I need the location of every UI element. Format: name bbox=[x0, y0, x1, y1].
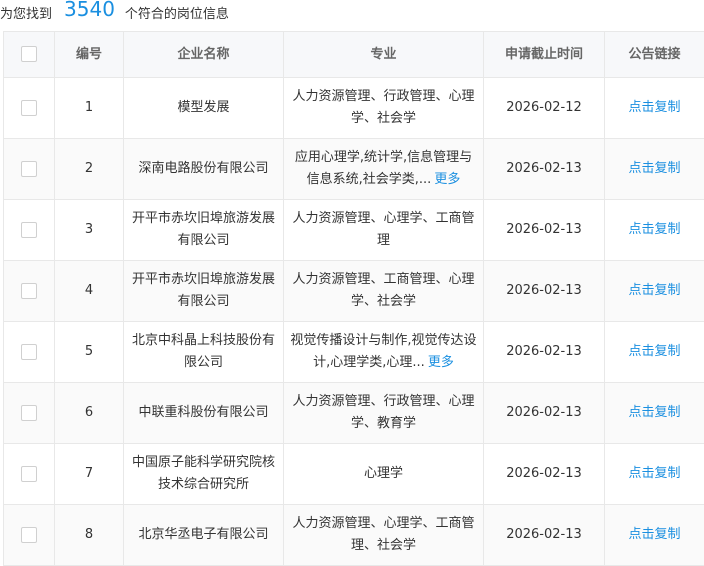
row-number: 8 bbox=[55, 505, 124, 566]
job-table: 编号 企业名称 专业 申请截止时间 公告链接 1模型发展人力资源管理、行政管理、… bbox=[3, 31, 704, 566]
company-name: 深南电路股份有限公司 bbox=[124, 139, 284, 200]
deadline-date: 2026-02-13 bbox=[484, 261, 605, 322]
copy-link[interactable]: 点击复制 bbox=[628, 100, 680, 115]
table-row: 1模型发展人力资源管理、行政管理、心理学、社会学 2026-02-12 点击复制 bbox=[4, 78, 704, 139]
table-row: 2深南电路股份有限公司应用心理学,统计学,信息管理与信息系统,社会学类,...更… bbox=[4, 139, 704, 200]
major-text: 人力资源管理、心理学、工商管理、社会学 bbox=[292, 516, 474, 553]
notice-cell: 点击复制 bbox=[605, 383, 704, 444]
table-row: 7中国原子能科学研究院核技术综合研究所 心理学 2026-02-13 点击复制 bbox=[4, 444, 704, 505]
row-number: 6 bbox=[55, 383, 124, 444]
major-text: 人力资源管理、心理学、工商管理 bbox=[292, 211, 474, 248]
table-row: 5北京中科晶上科技股份有限公司视觉传播设计与制作,视觉传达设计,心理学类,心理.… bbox=[4, 322, 704, 383]
copy-link[interactable]: 点击复制 bbox=[628, 466, 680, 481]
company-name: 模型发展 bbox=[124, 78, 284, 139]
notice-cell: 点击复制 bbox=[605, 139, 704, 200]
row-select-cell[interactable] bbox=[4, 261, 55, 322]
header-company: 企业名称 bbox=[124, 32, 284, 78]
row-number: 3 bbox=[55, 200, 124, 261]
copy-link[interactable]: 点击复制 bbox=[628, 283, 680, 298]
row-checkbox[interactable] bbox=[21, 466, 37, 482]
major-cell: 人力资源管理、行政管理、心理学、社会学 bbox=[284, 78, 484, 139]
company-name: 中国原子能科学研究院核技术综合研究所 bbox=[124, 444, 284, 505]
deadline-date: 2026-02-13 bbox=[484, 139, 605, 200]
more-link[interactable]: 更多 bbox=[434, 172, 460, 187]
deadline-date: 2026-02-13 bbox=[484, 444, 605, 505]
major-text: 心理学 bbox=[364, 466, 403, 481]
notice-cell: 点击复制 bbox=[605, 322, 704, 383]
major-text: 人力资源管理、行政管理、心理学、社会学 bbox=[292, 89, 474, 126]
company-name: 北京中科晶上科技股份有限公司 bbox=[124, 322, 284, 383]
row-checkbox[interactable] bbox=[21, 222, 37, 238]
company-name: 开平市赤坎旧埠旅游发展有限公司 bbox=[124, 200, 284, 261]
major-cell: 人力资源管理、工商管理、心理学、社会学 bbox=[284, 261, 484, 322]
major-cell: 人力资源管理、心理学、工商管理、社会学 bbox=[284, 505, 484, 566]
row-select-cell[interactable] bbox=[4, 383, 55, 444]
copy-link[interactable]: 点击复制 bbox=[628, 222, 680, 237]
table-row: 8北京华丞电子有限公司人力资源管理、心理学、工商管理、社会学 2026-02-13… bbox=[4, 505, 704, 566]
row-number: 2 bbox=[55, 139, 124, 200]
result-count: 3540 bbox=[64, 0, 115, 21]
major-cell: 视觉传播设计与制作,视觉传达设计,心理学类,心理...更多 bbox=[284, 322, 484, 383]
summary-suffix: 个符合的岗位信息 bbox=[125, 3, 229, 22]
row-number: 4 bbox=[55, 261, 124, 322]
notice-cell: 点击复制 bbox=[605, 444, 704, 505]
select-all-checkbox[interactable] bbox=[21, 46, 37, 62]
deadline-date: 2026-02-13 bbox=[484, 200, 605, 261]
table-row: 4开平市赤坎旧埠旅游发展有限公司人力资源管理、工商管理、心理学、社会学 2026-… bbox=[4, 261, 704, 322]
row-checkbox[interactable] bbox=[21, 405, 37, 421]
header-major: 专业 bbox=[284, 32, 484, 78]
header-number: 编号 bbox=[55, 32, 124, 78]
header-deadline: 申请截止时间 bbox=[484, 32, 605, 78]
notice-cell: 点击复制 bbox=[605, 505, 704, 566]
table-row: 3开平市赤坎旧埠旅游发展有限公司人力资源管理、心理学、工商管理 2026-02-1… bbox=[4, 200, 704, 261]
row-number: 5 bbox=[55, 322, 124, 383]
row-checkbox[interactable] bbox=[21, 344, 37, 360]
row-checkbox[interactable] bbox=[21, 283, 37, 299]
major-cell: 人力资源管理、行政管理、心理学、教育学 bbox=[284, 383, 484, 444]
table-header-row: 编号 企业名称 专业 申请截止时间 公告链接 bbox=[4, 32, 704, 78]
major-cell: 应用心理学,统计学,信息管理与信息系统,社会学类,...更多 bbox=[284, 139, 484, 200]
copy-link[interactable]: 点击复制 bbox=[628, 527, 680, 542]
header-notice: 公告链接 bbox=[605, 32, 704, 78]
deadline-date: 2026-02-13 bbox=[484, 322, 605, 383]
copy-link[interactable]: 点击复制 bbox=[628, 405, 680, 420]
row-checkbox[interactable] bbox=[21, 100, 37, 116]
major-cell: 心理学 bbox=[284, 444, 484, 505]
company-name: 开平市赤坎旧埠旅游发展有限公司 bbox=[124, 261, 284, 322]
summary-prefix: 为您找到 bbox=[0, 3, 52, 22]
deadline-date: 2026-02-12 bbox=[484, 78, 605, 139]
row-select-cell[interactable] bbox=[4, 139, 55, 200]
row-select-cell[interactable] bbox=[4, 505, 55, 566]
major-text: 人力资源管理、行政管理、心理学、教育学 bbox=[292, 394, 474, 431]
company-name: 北京华丞电子有限公司 bbox=[124, 505, 284, 566]
table-row: 6中联重科股份有限公司人力资源管理、行政管理、心理学、教育学 2026-02-13… bbox=[4, 383, 704, 444]
header-select-all[interactable] bbox=[4, 32, 55, 78]
copy-link[interactable]: 点击复制 bbox=[628, 344, 680, 359]
row-select-cell[interactable] bbox=[4, 200, 55, 261]
row-select-cell[interactable] bbox=[4, 444, 55, 505]
major-text: 人力资源管理、工商管理、心理学、社会学 bbox=[292, 272, 474, 309]
row-checkbox[interactable] bbox=[21, 161, 37, 177]
company-name: 中联重科股份有限公司 bbox=[124, 383, 284, 444]
row-number: 7 bbox=[55, 444, 124, 505]
row-checkbox[interactable] bbox=[21, 527, 37, 543]
row-select-cell[interactable] bbox=[4, 322, 55, 383]
notice-cell: 点击复制 bbox=[605, 200, 704, 261]
major-cell: 人力资源管理、心理学、工商管理 bbox=[284, 200, 484, 261]
more-link[interactable]: 更多 bbox=[428, 355, 454, 370]
row-number: 1 bbox=[55, 78, 124, 139]
copy-link[interactable]: 点击复制 bbox=[628, 161, 680, 176]
row-select-cell[interactable] bbox=[4, 78, 55, 139]
notice-cell: 点击复制 bbox=[605, 261, 704, 322]
notice-cell: 点击复制 bbox=[605, 78, 704, 139]
deadline-date: 2026-02-13 bbox=[484, 505, 605, 566]
result-summary: 为您找到 3540 个符合的岗位信息 bbox=[0, 0, 704, 24]
deadline-date: 2026-02-13 bbox=[484, 383, 605, 444]
